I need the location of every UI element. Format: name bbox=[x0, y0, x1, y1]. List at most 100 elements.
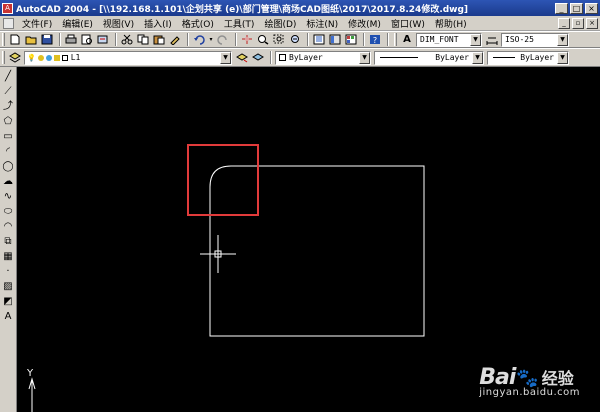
publish-icon[interactable] bbox=[96, 33, 110, 47]
drawing-canvas[interactable]: Y bbox=[18, 67, 600, 412]
layer-combo[interactable]: 💡 L1 ▼ bbox=[24, 50, 232, 65]
chevron-down-icon[interactable]: ▼ bbox=[220, 51, 231, 64]
polygon-icon[interactable]: ⬠ bbox=[2, 115, 15, 128]
new-icon[interactable] bbox=[8, 33, 22, 47]
open-icon[interactable] bbox=[24, 33, 38, 47]
document-icon[interactable] bbox=[3, 17, 14, 29]
doc-close-button[interactable]: × bbox=[586, 17, 598, 29]
menu-file[interactable]: 文件(F) bbox=[17, 17, 57, 30]
point-icon[interactable]: · bbox=[2, 265, 15, 278]
paw-icon: 🐾 bbox=[516, 368, 539, 389]
text-style-icon[interactable]: A bbox=[400, 33, 414, 47]
help-icon[interactable]: ? bbox=[368, 33, 382, 47]
pan-icon[interactable] bbox=[240, 33, 254, 47]
menu-edit[interactable]: 编辑(E) bbox=[57, 17, 98, 30]
paste-icon[interactable] bbox=[152, 33, 166, 47]
text-style-combo[interactable]: DIM_FONT ▼ bbox=[416, 32, 482, 47]
menu-window[interactable]: 窗口(W) bbox=[386, 17, 430, 30]
crosshair-cursor bbox=[200, 235, 236, 273]
linetype-value: ByLayer bbox=[435, 53, 469, 62]
close-button[interactable]: × bbox=[585, 2, 598, 14]
filleted-rectangle[interactable] bbox=[209, 165, 425, 337]
chevron-down-icon[interactable]: ▼ bbox=[470, 33, 481, 46]
undo-dropdown-icon[interactable]: ▾ bbox=[208, 33, 214, 47]
layer-manager-icon[interactable] bbox=[8, 51, 22, 65]
layer-value: L1 bbox=[70, 53, 81, 62]
zoom-realtime-icon[interactable] bbox=[256, 33, 270, 47]
redo-icon[interactable] bbox=[216, 33, 230, 47]
watermark-jingyan: 经验 bbox=[541, 369, 574, 388]
toolbar-grip[interactable] bbox=[2, 51, 5, 64]
polyline-icon[interactable]: ⤴ bbox=[2, 100, 15, 113]
cut-icon[interactable] bbox=[120, 33, 134, 47]
doc-restore-button[interactable]: ▫ bbox=[572, 17, 584, 29]
text-style-value: DIM_FONT bbox=[420, 35, 459, 44]
design-center-icon[interactable] bbox=[328, 33, 342, 47]
menu-bar: 文件(F) 编辑(E) 视图(V) 插入(I) 格式(O) 工具(T) 绘图(D… bbox=[0, 16, 600, 31]
doc-minimize-button[interactable]: _ bbox=[558, 17, 570, 29]
layer-previous-icon[interactable] bbox=[251, 51, 265, 65]
menu-view[interactable]: 视图(V) bbox=[98, 17, 139, 30]
hatch-icon[interactable]: ▨ bbox=[2, 280, 15, 293]
zoom-previous-icon[interactable] bbox=[288, 33, 302, 47]
circle-icon[interactable]: ◯ bbox=[2, 160, 15, 173]
minimize-button[interactable]: _ bbox=[555, 2, 568, 14]
tool-palettes-icon[interactable] bbox=[344, 33, 358, 47]
autocad-app-icon[interactable]: A bbox=[2, 2, 13, 14]
chevron-down-icon[interactable]: ▼ bbox=[472, 51, 483, 64]
preview-icon[interactable] bbox=[80, 33, 94, 47]
layer-freeze-icon bbox=[37, 54, 44, 61]
menu-draw[interactable]: 绘图(D) bbox=[259, 17, 301, 30]
properties-icon[interactable] bbox=[312, 33, 326, 47]
undo-icon[interactable] bbox=[192, 33, 206, 47]
lineweight-value: ByLayer bbox=[520, 53, 554, 62]
arc-icon[interactable]: ◜ bbox=[2, 145, 15, 158]
linetype-combo[interactable]: ByLayer ▼ bbox=[374, 50, 484, 65]
print-icon[interactable] bbox=[64, 33, 78, 47]
toolbar-grip[interactable] bbox=[2, 33, 5, 46]
color-swatch bbox=[279, 54, 286, 61]
lineweight-sample bbox=[493, 57, 515, 58]
make-block-icon[interactable]: ▦ bbox=[2, 250, 15, 263]
color-combo[interactable]: ByLayer ▼ bbox=[275, 50, 371, 65]
match-properties-icon[interactable] bbox=[168, 33, 182, 47]
drawing-area[interactable]: Y bbox=[18, 67, 600, 412]
ellipse-icon[interactable]: ⬭ bbox=[2, 205, 15, 218]
chevron-down-icon[interactable]: ▼ bbox=[557, 51, 568, 64]
ucs-y-label: Y bbox=[26, 368, 34, 379]
construction-line-icon[interactable]: ⟋ bbox=[2, 85, 15, 98]
standard-toolbar: ▾ ? A DIM_FONT ▼ ISO-25 ▼ bbox=[0, 31, 600, 48]
highlight-box bbox=[187, 144, 259, 216]
revision-cloud-icon[interactable]: ☁ bbox=[2, 175, 15, 188]
layer-lock-icon bbox=[53, 54, 60, 61]
line-tool-icon[interactable]: ╱ bbox=[2, 70, 15, 83]
title-bar: A AutoCAD 2004 - [\\192.168.1.101\企划共享 (… bbox=[0, 0, 600, 16]
region-icon[interactable]: ◩ bbox=[2, 295, 15, 308]
menu-modify[interactable]: 修改(M) bbox=[343, 17, 386, 30]
chevron-down-icon[interactable]: ▼ bbox=[557, 33, 568, 46]
copy-icon[interactable] bbox=[136, 33, 150, 47]
multiline-text-icon[interactable]: A bbox=[2, 310, 15, 323]
dim-style-icon[interactable] bbox=[485, 33, 499, 47]
menu-help[interactable]: 帮助(H) bbox=[430, 17, 472, 30]
save-icon[interactable] bbox=[40, 33, 54, 47]
chevron-down-icon[interactable]: ▼ bbox=[359, 51, 370, 64]
watermark-site: jingyan.baidu.com bbox=[479, 387, 580, 398]
dim-style-value: ISO-25 bbox=[505, 35, 534, 44]
menu-insert[interactable]: 插入(I) bbox=[139, 17, 177, 30]
maximize-button[interactable]: □ bbox=[570, 2, 583, 14]
menu-tools[interactable]: 工具(T) bbox=[219, 17, 260, 30]
menu-dimension[interactable]: 标注(N) bbox=[301, 17, 343, 30]
insert-block-icon[interactable]: ⧉ bbox=[2, 235, 15, 248]
lineweight-combo[interactable]: ByLayer ▼ bbox=[487, 50, 569, 65]
menu-format[interactable]: 格式(O) bbox=[177, 17, 219, 30]
dim-style-combo[interactable]: ISO-25 ▼ bbox=[501, 32, 569, 47]
make-object-layer-current-icon[interactable] bbox=[235, 51, 249, 65]
draw-toolbar: ╱ ⟋ ⤴ ⬠ ▭ ◜ ◯ ☁ ∿ ⬭ ◠ ⧉ ▦ · ▨ ◩ A bbox=[0, 67, 17, 412]
toolbar-grip[interactable] bbox=[394, 33, 397, 46]
spline-icon[interactable]: ∿ bbox=[2, 190, 15, 203]
rectangle-icon[interactable]: ▭ bbox=[2, 130, 15, 143]
zoom-window-icon[interactable] bbox=[272, 33, 286, 47]
ellipse-arc-icon[interactable]: ◠ bbox=[2, 220, 15, 233]
layer-on-icon: 💡 bbox=[27, 53, 36, 62]
